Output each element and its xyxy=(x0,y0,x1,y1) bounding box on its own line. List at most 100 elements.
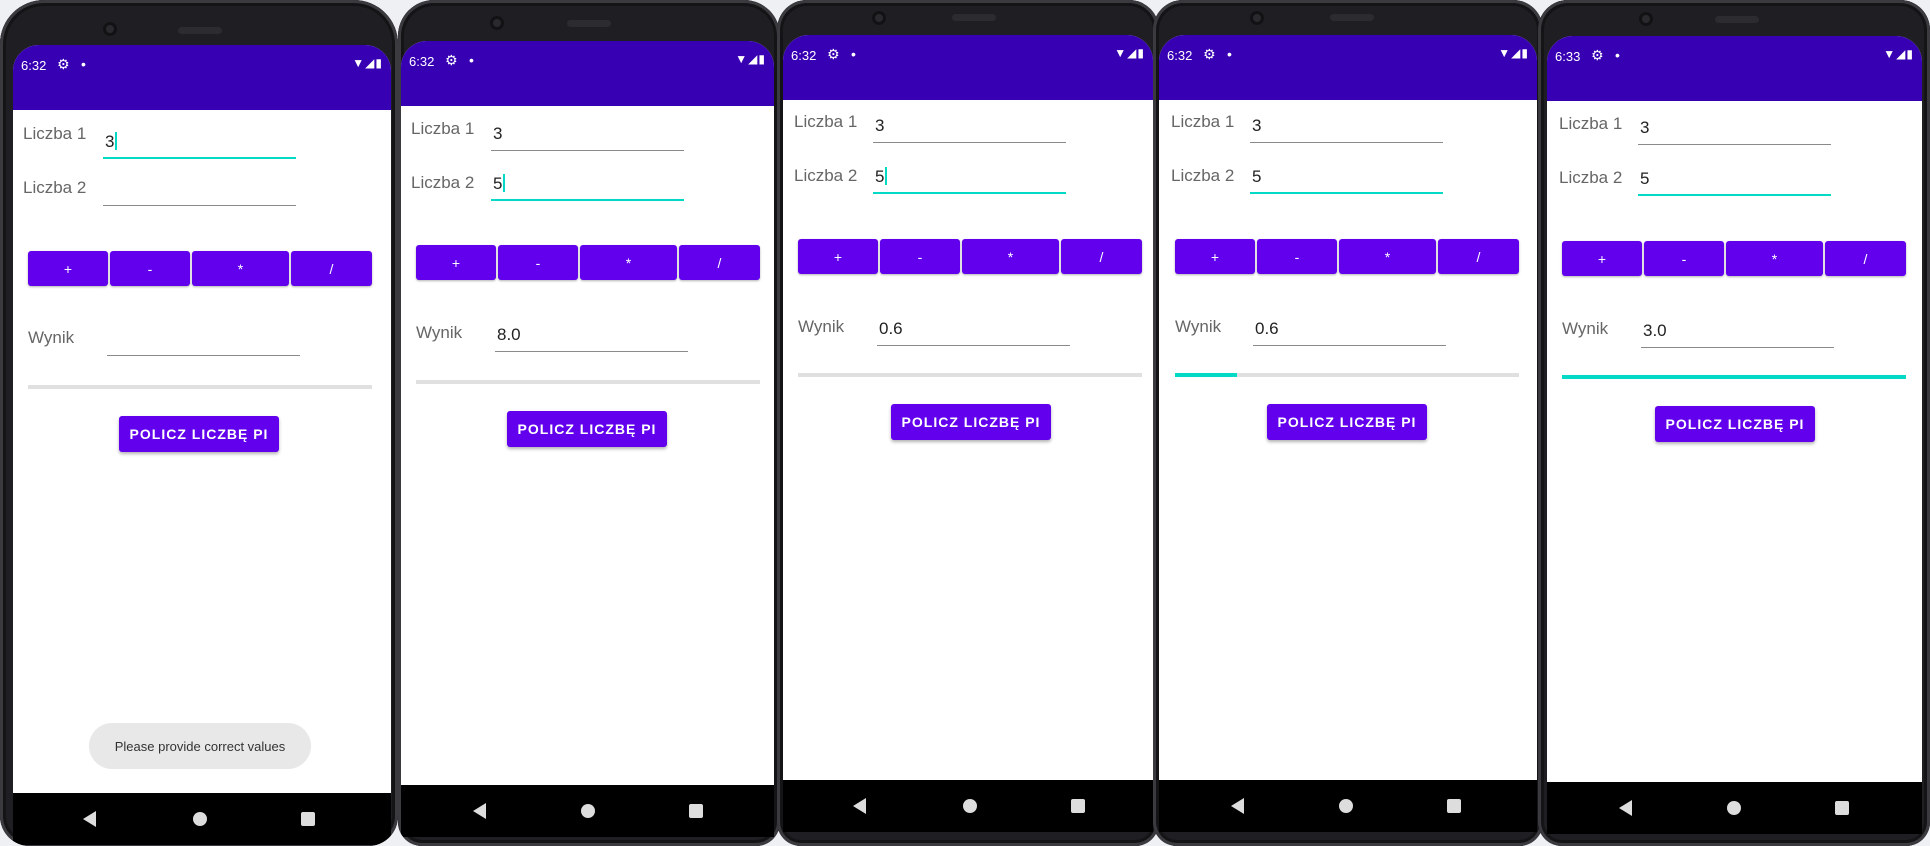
text-cursor xyxy=(503,174,506,192)
notification-dot-icon: • xyxy=(851,46,856,62)
subtract-button[interactable]: - xyxy=(498,245,578,280)
subtract-button[interactable]: - xyxy=(880,239,960,274)
calculate-pi-button[interactable]: POLICZ LICZBĘ PI xyxy=(891,404,1051,440)
recents-icon[interactable] xyxy=(301,812,315,826)
add-button[interactable]: + xyxy=(28,251,108,286)
label-wynik: Wynik xyxy=(1562,319,1609,338)
input-liczba2[interactable]: 5 xyxy=(1250,162,1443,194)
progress-fill xyxy=(1562,375,1906,379)
add-button[interactable]: + xyxy=(798,239,878,274)
status-time: 6:32 xyxy=(21,58,47,73)
calculate-pi-button[interactable]: POLICZ LICZBĘ PI xyxy=(1655,406,1815,442)
label-liczba1: Liczba 1 xyxy=(1559,114,1623,133)
navigation-bar xyxy=(401,785,774,837)
screen: 6:33 ⚙ • ▼◢▮ Liczba 1 3 Liczba 2 5 + - *… xyxy=(1547,36,1922,782)
subtract-button[interactable]: - xyxy=(1257,239,1337,274)
speaker-grille xyxy=(567,20,611,27)
phone-3: 6:32 ⚙ • ▼◢▮ Liczba 1 3 Liczba 2 5 + - *… xyxy=(777,0,1159,846)
result-value: 0.6 xyxy=(879,319,903,338)
label-liczba1: Liczba 1 xyxy=(23,124,87,143)
progress-bar xyxy=(1562,375,1906,379)
front-camera-icon xyxy=(872,11,886,25)
input-liczba1[interactable]: 3 xyxy=(1250,111,1443,143)
front-camera-icon xyxy=(103,22,117,36)
add-button[interactable]: + xyxy=(1562,241,1642,276)
back-icon[interactable] xyxy=(1231,798,1244,814)
input-liczba2[interactable]: 5 xyxy=(1638,164,1831,196)
progress-fill xyxy=(1175,373,1237,377)
home-icon[interactable] xyxy=(1339,799,1353,813)
multiply-button[interactable]: * xyxy=(962,239,1059,274)
home-icon[interactable] xyxy=(193,812,207,826)
operator-buttons: + - * / xyxy=(798,239,1142,274)
notification-dot-icon: • xyxy=(81,56,86,72)
progress-bar xyxy=(416,380,760,384)
result-field xyxy=(107,324,300,356)
home-icon[interactable] xyxy=(1727,801,1741,815)
status-bar: 6:32 ⚙ • ▼◢▮ xyxy=(13,45,391,81)
input-liczba2-value: 5 xyxy=(493,174,503,193)
multiply-button[interactable]: * xyxy=(192,251,289,286)
back-icon[interactable] xyxy=(83,811,96,827)
wifi-signal-battery-icons: ▼◢▮ xyxy=(352,56,383,70)
progress-bar xyxy=(1175,373,1519,377)
label-liczba1: Liczba 1 xyxy=(411,119,475,138)
input-liczba1[interactable]: 3 xyxy=(1638,113,1831,145)
input-liczba1-value: 3 xyxy=(1252,116,1262,135)
calculate-pi-button[interactable]: POLICZ LICZBĘ PI xyxy=(119,416,279,452)
divide-button[interactable]: / xyxy=(1825,241,1906,276)
input-liczba2[interactable]: 5 xyxy=(491,169,684,201)
back-icon[interactable] xyxy=(473,803,486,819)
screen: 6:32 ⚙ • ▼◢▮ Liczba 1 3 Liczba 2 5 + - *… xyxy=(1159,35,1537,780)
phone-5: 6:33 ⚙ • ▼◢▮ Liczba 1 3 Liczba 2 5 + - *… xyxy=(1538,0,1930,846)
calculate-pi-button[interactable]: POLICZ LICZBĘ PI xyxy=(507,411,667,447)
app-bar xyxy=(1547,72,1922,101)
input-liczba1[interactable]: 3 xyxy=(873,111,1066,143)
home-icon[interactable] xyxy=(963,799,977,813)
operator-buttons: + - * / xyxy=(1562,241,1906,276)
label-wynik: Wynik xyxy=(416,323,463,342)
subtract-button[interactable]: - xyxy=(110,251,190,286)
input-liczba1[interactable]: 3 xyxy=(103,127,296,159)
add-button[interactable]: + xyxy=(416,245,496,280)
recents-icon[interactable] xyxy=(1835,801,1849,815)
divide-button[interactable]: / xyxy=(1061,239,1142,274)
operator-buttons: + - * / xyxy=(416,245,760,280)
speaker-grille xyxy=(178,27,222,34)
notification-dot-icon: • xyxy=(1615,47,1620,63)
navigation-bar xyxy=(13,793,391,845)
gear-icon: ⚙ xyxy=(1203,46,1216,62)
wifi-signal-battery-icons: ▼◢▮ xyxy=(1114,46,1145,60)
recents-icon[interactable] xyxy=(1447,799,1461,813)
calculate-pi-button[interactable]: POLICZ LICZBĘ PI xyxy=(1267,404,1427,440)
status-time: 6:32 xyxy=(791,48,817,63)
front-camera-icon xyxy=(1639,12,1653,26)
navigation-bar xyxy=(1159,780,1537,832)
input-liczba1[interactable]: 3 xyxy=(491,119,684,151)
label-liczba2: Liczba 2 xyxy=(1559,168,1623,187)
result-field: 0.6 xyxy=(877,314,1070,346)
multiply-button[interactable]: * xyxy=(1726,241,1823,276)
status-time: 6:32 xyxy=(409,54,435,69)
recents-icon[interactable] xyxy=(689,804,703,818)
recents-icon[interactable] xyxy=(1071,799,1085,813)
divide-button[interactable]: / xyxy=(1438,239,1519,274)
multiply-button[interactable]: * xyxy=(1339,239,1436,274)
label-liczba1: Liczba 1 xyxy=(1171,112,1235,131)
input-liczba2[interactable] xyxy=(103,174,296,206)
divide-button[interactable]: / xyxy=(291,251,372,286)
front-camera-icon xyxy=(490,16,504,30)
home-icon[interactable] xyxy=(581,804,595,818)
wifi-signal-battery-icons: ▼◢▮ xyxy=(1883,47,1914,61)
result-value: 8.0 xyxy=(497,325,521,344)
status-bar: 6:32 ⚙ • ▼◢▮ xyxy=(401,41,774,77)
input-liczba1-value: 3 xyxy=(105,132,115,151)
add-button[interactable]: + xyxy=(1175,239,1255,274)
divide-button[interactable]: / xyxy=(679,245,760,280)
input-liczba2[interactable]: 5 xyxy=(873,162,1066,194)
text-cursor xyxy=(885,167,888,185)
subtract-button[interactable]: - xyxy=(1644,241,1724,276)
back-icon[interactable] xyxy=(1619,800,1632,816)
multiply-button[interactable]: * xyxy=(580,245,677,280)
back-icon[interactable] xyxy=(853,798,866,814)
